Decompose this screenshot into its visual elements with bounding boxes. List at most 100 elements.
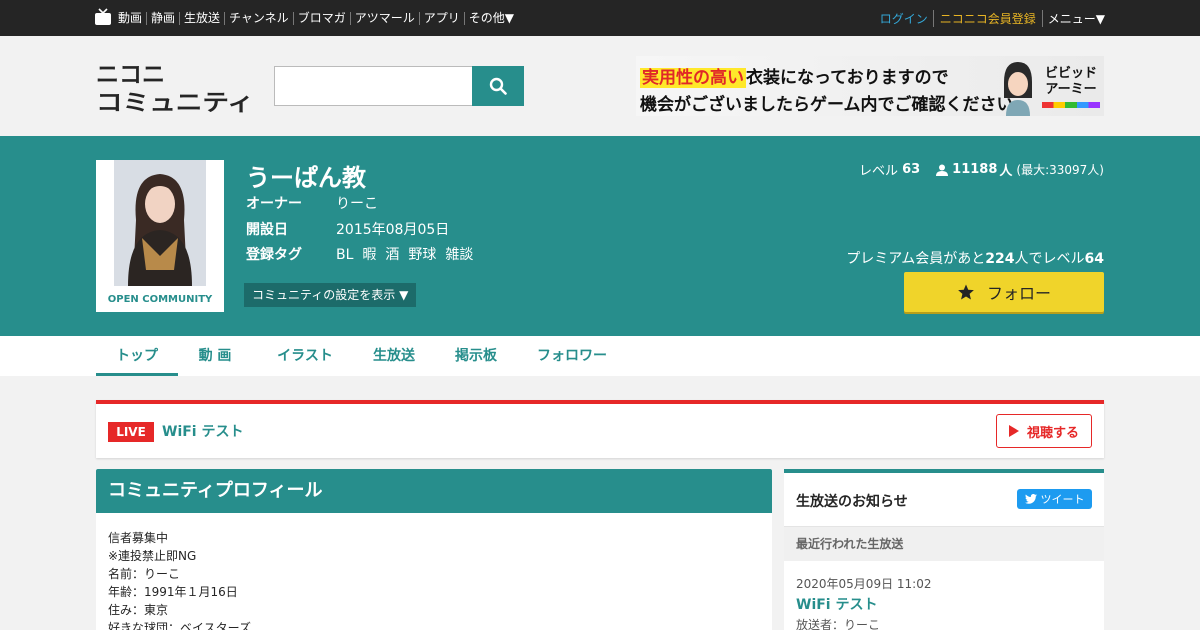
profile-text: 信者募集中 ※連投禁止即NG 名前：りーこ 年齢：1991年１月16日 住み：東… — [96, 513, 772, 630]
recent-live-date: 2020年05月09日 11:02 — [796, 577, 932, 591]
community-tabs: トップ 動 画 イラスト 生放送 掲示板 フォロワー — [0, 336, 1200, 376]
banner-line1-rest: 衣装になっておりますので — [746, 68, 949, 88]
tab-top[interactable]: トップ — [96, 336, 178, 376]
login-link[interactable]: ログイン — [880, 9, 934, 27]
tweet-button[interactable]: ツイート — [1017, 489, 1092, 509]
site-header: ニコニ コミュニティ 実用性の高い 衣装になっておりますので 機会がございましたら… — [0, 36, 1200, 136]
user-icon — [936, 164, 949, 176]
community-thumbnail-photo — [114, 160, 206, 286]
nav-live[interactable]: 生放送 — [179, 11, 224, 25]
owner-label: オーナー — [246, 196, 302, 212]
profile-line: 好きな球団：ベイスターズ — [108, 621, 252, 630]
ad-banner[interactable]: 実用性の高い 衣装になっておりますので 機会がございましたらゲーム内でご確認くださ… — [636, 56, 1104, 116]
community-profile-panel: コミュニティプロフィール 信者募集中 ※連投禁止即NG 名前：りーこ 年齢：19… — [96, 469, 772, 630]
community-thumbnail[interactable]: OPEN COMMUNITY — [96, 160, 224, 312]
live-notice-title: 生放送のお知らせ — [796, 494, 908, 510]
live-badge: LIVE — [108, 422, 154, 442]
logo-line2: コミュニティ — [96, 90, 254, 114]
service-nav: 動画 静画 生放送 チャンネル ブロマガ アツマール アプリ その他▼ — [118, 0, 518, 36]
premium-target-level: 64 — [1084, 251, 1104, 267]
banner-character-illustration — [1004, 62, 1032, 116]
nav-channel[interactable]: チャンネル — [224, 11, 293, 25]
tab-live[interactable]: 生放送 — [364, 336, 424, 376]
tag-item[interactable]: 暇 — [362, 247, 376, 263]
profile-line: ※連投禁止即NG — [108, 549, 197, 563]
community-settings-toggle[interactable]: コミュニティの設定を表示 ▼ — [244, 283, 417, 307]
tweet-label: ツイート — [1040, 493, 1085, 506]
nav-more-dropdown[interactable]: その他▼ — [463, 11, 518, 25]
profile-line: 年齢：1991年１月16日 — [108, 585, 238, 599]
banner-line2: 機会がございましたらゲーム内でご確認ください。 — [640, 95, 1031, 115]
watch-button[interactable]: 視聴する — [996, 414, 1092, 448]
follow-label: フォロー — [986, 284, 1051, 303]
nav-blomaga[interactable]: ブロマガ — [292, 11, 350, 25]
tab-illust[interactable]: イラスト — [270, 336, 340, 376]
search-icon — [489, 77, 507, 95]
tag-item[interactable]: 雑談 — [445, 247, 473, 263]
live-title-link[interactable]: WiFi テスト — [162, 422, 243, 442]
tab-followers[interactable]: フォロワー — [530, 336, 614, 376]
level-value: 63 — [902, 162, 921, 177]
premium-prefix: プレミアム会員があと — [846, 251, 986, 267]
member-unit: 人 — [999, 164, 1013, 179]
profile-heading: コミュニティプロフィール — [96, 469, 772, 513]
nav-app[interactable]: アプリ — [418, 11, 464, 25]
tags-row: 登録タグ BL 暇酒野球 雑談 — [246, 244, 482, 264]
watch-label: 視聴する — [1026, 425, 1079, 441]
member-max: (最大:33097人) — [1016, 163, 1104, 177]
nav-douga[interactable]: 動画 — [118, 11, 146, 25]
recent-live-title-link[interactable]: WiFi テスト — [796, 594, 1092, 614]
banner-brand-line2: アーミー — [1045, 82, 1097, 97]
menu-dropdown[interactable]: メニュー▼ — [1043, 10, 1105, 27]
profile-line: 住み：東京 — [108, 603, 169, 617]
nav-seiga[interactable]: 静画 — [146, 11, 179, 25]
member-count: 11188 — [952, 162, 998, 177]
premium-level-info: プレミアム会員があと224人でレベル64 — [846, 248, 1104, 268]
live-notice-panel: 生放送のお知らせ ツイート 最近行われた生放送 2020年05月09日 11:0… — [784, 469, 1104, 630]
tab-video[interactable]: 動 画 — [186, 336, 244, 376]
open-community-label: OPEN COMMUNITY — [107, 294, 213, 305]
nav-atsumaru[interactable]: アツマール — [349, 11, 419, 25]
star-icon — [958, 284, 974, 300]
profile-line: 名前：りーこ — [108, 567, 181, 581]
follow-button[interactable]: フォロー — [904, 272, 1104, 312]
search-button[interactable] — [472, 66, 524, 106]
community-title: うーぱん教 — [246, 164, 366, 192]
niconi-community-logo[interactable]: ニコニ コミュニティ — [96, 60, 256, 114]
recent-live-label: 最近行われた生放送 — [784, 527, 1104, 561]
community-stats: レベル 63 11188 人 (最大:33097人) — [859, 160, 1104, 179]
owner-name[interactable]: りーこ — [336, 196, 378, 212]
register-link[interactable]: ニコニコ会員登録 — [934, 9, 1043, 27]
created-label: 開設日 — [246, 222, 288, 238]
tag-item[interactable]: BL — [336, 247, 353, 263]
premium-count: 224 — [985, 251, 1015, 267]
global-nav-bar: 動画 静画 生放送 チャンネル ブロマガ アツマール アプリ その他▼ ログイン… — [0, 0, 1200, 36]
level-label: レベル — [859, 164, 899, 179]
tag-item[interactable]: 野球 — [408, 247, 436, 263]
logo-line1: ニコニ — [96, 62, 165, 88]
twitter-bird-icon — [1024, 494, 1037, 504]
banner-color-bars — [1042, 102, 1100, 108]
community-header: OPEN COMMUNITY うーぱん教 オーナー りーこ 開設日 2015年08月… — [0, 136, 1200, 336]
created-date: 2015年08月05日 — [336, 222, 450, 238]
play-icon — [1008, 425, 1019, 437]
banner-brand: ビビッド アーミー — [1040, 66, 1102, 98]
account-nav: ログイン ニコニコ会員登録 メニュー▼ — [880, 0, 1105, 36]
banner-line1: 実用性の高い 衣装になっておりますので — [640, 63, 949, 88]
tags-label: 登録タグ — [246, 247, 302, 263]
premium-mid: 人でレベル — [1014, 251, 1085, 267]
live-notice-header: 生放送のお知らせ ツイート — [784, 473, 1104, 527]
tab-bbs[interactable]: 掲示板 — [446, 336, 506, 376]
recent-live-item: 2020年05月09日 11:02 WiFi テスト 放送者：りーこ — [784, 561, 1104, 630]
created-row: 開設日 2015年08月05日 — [246, 219, 449, 239]
profile-line: 信者募集中 — [108, 531, 169, 545]
recent-live-broadcaster: 放送者：りーこ — [796, 618, 881, 630]
tag-item[interactable]: 酒 — [385, 247, 399, 263]
search-input[interactable] — [274, 66, 473, 106]
owner-row: オーナー りーこ — [246, 193, 378, 213]
banner-brand-line1: ビビッド — [1044, 66, 1097, 81]
niconico-tv-icon[interactable] — [95, 8, 111, 25]
banner-highlight: 実用性の高い — [640, 68, 746, 88]
live-now-bar: LIVE WiFi テスト 視聴する — [96, 400, 1104, 458]
community-person-image — [114, 160, 206, 286]
